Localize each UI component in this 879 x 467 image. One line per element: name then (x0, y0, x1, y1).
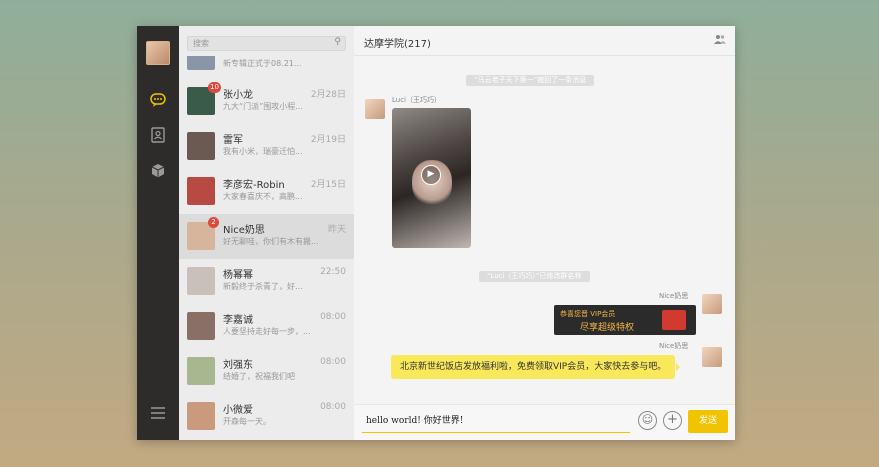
system-message: “马云老子天下第一”撤回了一条消息 (466, 75, 595, 86)
list-item-name: 李彦宏-Robin (223, 180, 285, 191)
my-avatar[interactable] (146, 41, 170, 65)
list-item-name: 李嘉诚 (223, 315, 253, 326)
contacts-icon[interactable] (149, 126, 167, 144)
avatar (187, 56, 215, 70)
play-icon[interactable]: ▶ (421, 165, 441, 185)
sender-name: Luci（王巧巧） (392, 96, 442, 104)
avatar (187, 402, 215, 430)
list-item[interactable]: 小微爱 08:00 开森每一天。 (179, 394, 354, 439)
cube-icon[interactable] (149, 162, 167, 180)
list-item-preview: 九大“门派”围攻小程... (223, 102, 303, 111)
list-item-time: 2月19日 (310, 135, 346, 145)
list-item-preview: 人要坚持走好每一步，... (223, 327, 311, 336)
vip-card-message[interactable]: 恭喜您晋 VIP会员 尽享超级特权 (554, 305, 696, 335)
add-icon[interactable]: + (663, 411, 682, 430)
avatar (187, 267, 215, 295)
video-message[interactable]: ▶ (392, 108, 471, 248)
chat-window: 搜索 ⚲ 新专辑正式于08.21... 10 张小龙 2月28日 九大“门派”围… (137, 26, 735, 440)
text-message: 北京新世纪饭店发放福利啦，免费领取VIP会员，大家快去参与吧。 (391, 355, 681, 379)
list-item[interactable]: 雷军 2月19日 我有小米，瑞豪迁怕... (179, 124, 354, 169)
list-item-name: 小微爱 (223, 405, 253, 416)
list-item-name: 刘强东 (223, 360, 253, 371)
list-item-time: 22:50 (320, 267, 346, 277)
message-input[interactable]: hello world! 你好世界! (362, 409, 630, 433)
list-item-preview: 我有小米，瑞豪迁怕... (223, 147, 303, 156)
list-item-name: 张小龙 (223, 90, 253, 101)
emoji-icon[interactable]: ☺ (638, 411, 657, 430)
vip-card-title: 恭喜您晋 VIP会员 (560, 310, 616, 318)
group-members-icon[interactable] (714, 34, 726, 47)
list-item-preview: 开森每一天。 (223, 417, 271, 426)
list-item-name: Nice奶思 (223, 225, 265, 236)
avatar (187, 132, 215, 160)
conversation-list: 搜索 ⚲ 新专辑正式于08.21... 10 张小龙 2月28日 九大“门派”围… (179, 26, 354, 440)
chat-bubble-icon[interactable] (149, 91, 167, 109)
list-item[interactable]: 李彦宏-Robin 2月15日 大家春喜庆不，高鹏... (179, 169, 354, 214)
send-button[interactable]: 发送 (688, 410, 728, 433)
list-item-time: 08:00 (320, 402, 346, 412)
chat-header: 达摩学院(217) (354, 26, 735, 56)
system-message: “Luci（王巧巧）”已修改群名称 (479, 271, 590, 282)
sender-avatar[interactable] (365, 99, 385, 119)
search-placeholder: 搜索 (193, 39, 209, 48)
sender-name: Nice奶思 (659, 292, 689, 300)
chat-title: 达摩学院(217) (364, 39, 431, 50)
left-rail (137, 26, 179, 440)
avatar (187, 357, 215, 385)
sender-avatar[interactable] (702, 294, 722, 314)
list-item-time: 昨天 (327, 225, 346, 235)
list-item-preview: 好无聊哇，你们有木有搬... (223, 237, 319, 246)
list-item-preview: 新毅终于杀青了，好… (223, 282, 303, 291)
unread-badge: 10 (208, 82, 221, 93)
list-item[interactable]: 新专辑正式于08.21... (187, 56, 346, 74)
menu-icon[interactable] (149, 404, 167, 422)
avatar (187, 312, 215, 340)
chat-panel: 达摩学院(217) “马云老子天下第一”撤回了一条消息 Luci（王巧巧） ▶ … (354, 26, 735, 440)
list-item-preview: 大家春喜庆不，高鹏... (223, 192, 303, 201)
list-item-name: 雷军 (223, 135, 243, 146)
list-item[interactable]: 杨幂幂 22:50 新毅终于杀青了，好… (179, 259, 354, 304)
list-item-time: 08:00 (320, 312, 346, 322)
list-item[interactable]: 10 张小龙 2月28日 九大“门派”围攻小程... (179, 79, 354, 124)
sender-name: Nice奶思 (659, 342, 689, 350)
list-item-time: 2月28日 (310, 90, 346, 100)
avatar (187, 177, 215, 205)
unread-badge: 2 (208, 217, 219, 228)
input-bar: hello world! 你好世界! ☺ + 发送 (354, 404, 735, 440)
list-item[interactable]: 刘强东 08:00 结婚了，祝福我们吧 (179, 349, 354, 394)
gift-icon (662, 310, 686, 330)
sender-avatar[interactable] (702, 347, 722, 367)
search-icon[interactable]: ⚲ (334, 37, 341, 47)
list-item-name: 杨幂幂 (223, 270, 253, 281)
list-item-time: 08:00 (320, 357, 346, 367)
list-item[interactable]: 2 Nice奶思 昨天 好无聊哇，你们有木有搬... (179, 214, 354, 259)
list-item-preview: 新专辑正式于08.21... (223, 59, 302, 68)
vip-card-subtitle: 尽享超级特权 (580, 323, 635, 333)
list-item-time: 2月15日 (310, 180, 346, 190)
list-item-preview: 结婚了，祝福我们吧 (223, 372, 295, 381)
search-input[interactable]: 搜索 ⚲ (187, 36, 346, 51)
list-item[interactable]: 李嘉诚 08:00 人要坚持走好每一步，... (179, 304, 354, 349)
